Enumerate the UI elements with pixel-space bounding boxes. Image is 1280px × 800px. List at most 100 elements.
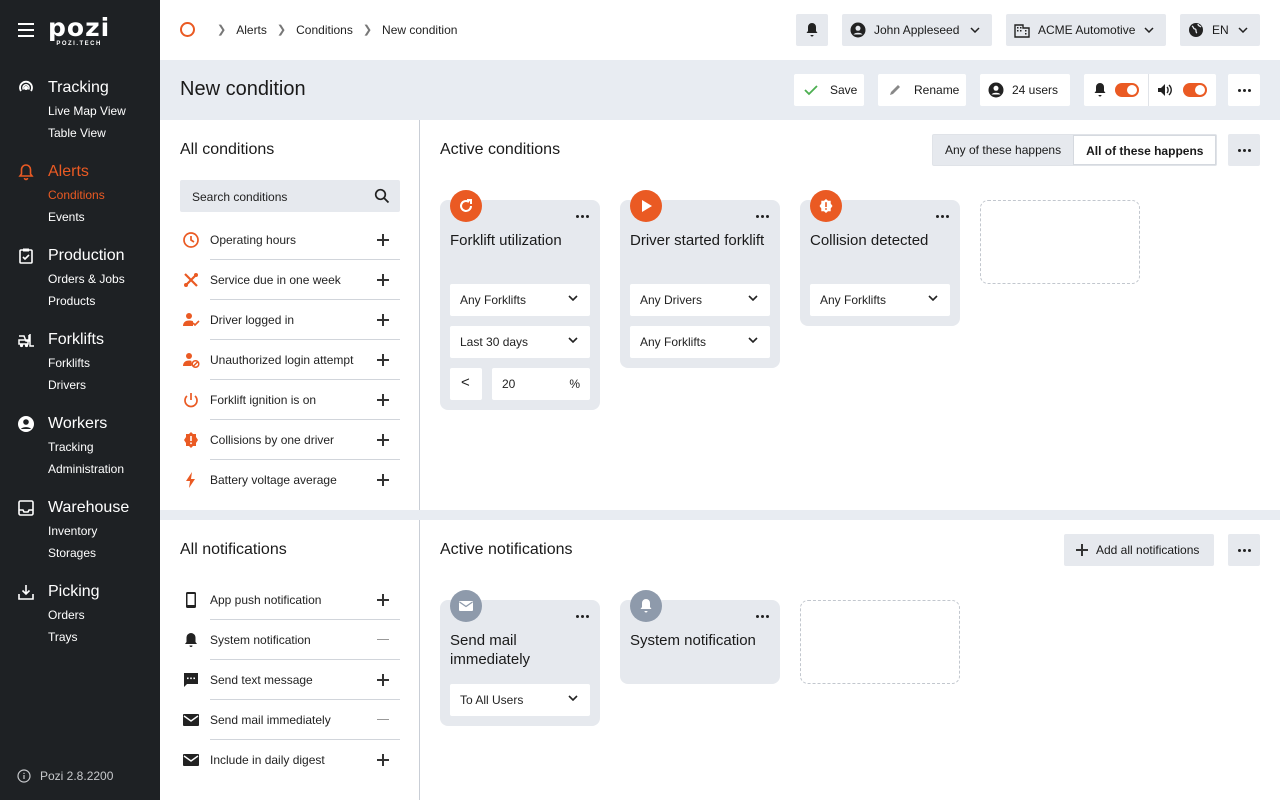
condition-item-unauthorized-login[interactable]: Unauthorized login attempt: [180, 340, 400, 380]
notification-item-daily-digest[interactable]: Include in daily digest: [180, 740, 400, 780]
users-button[interactable]: 24 users: [980, 74, 1070, 106]
nav-item-inventory[interactable]: Inventory: [48, 523, 97, 539]
nav-item-forklifts[interactable]: Forklifts: [48, 355, 90, 371]
breadcrumb-conditions[interactable]: Conditions: [296, 23, 353, 37]
plus-icon[interactable]: [375, 352, 391, 368]
sound-toggle-group[interactable]: [1149, 74, 1215, 106]
plus-icon[interactable]: [375, 272, 391, 288]
nav-section-title[interactable]: Tracking: [48, 78, 109, 98]
header-more-button[interactable]: [1228, 74, 1260, 106]
nav-section-title[interactable]: Production: [48, 246, 125, 266]
plus-icon[interactable]: [375, 432, 391, 448]
mail-icon: [450, 590, 482, 622]
nav-section-title[interactable]: Workers: [48, 414, 107, 434]
threshold-input[interactable]: 20%: [492, 368, 590, 400]
nav-item-table-view[interactable]: Table View: [48, 125, 106, 141]
nav-item-products[interactable]: Products: [48, 293, 95, 309]
plus-icon[interactable]: [375, 232, 391, 248]
notification-drop-zone[interactable]: [800, 600, 960, 684]
condition-item-ignition-on[interactable]: Forklift ignition is on: [180, 380, 400, 420]
notification-item-text-message[interactable]: Send text message: [180, 660, 400, 700]
menu-icon[interactable]: [18, 23, 34, 37]
condition-label: Driver logged in: [210, 313, 295, 327]
plus-icon[interactable]: [375, 592, 391, 608]
card-more-icon[interactable]: [756, 615, 769, 618]
condition-card-collision: Collision detected Any Forklifts: [800, 190, 960, 326]
plus-icon[interactable]: [375, 672, 391, 688]
nav-item-events[interactable]: Events: [48, 209, 85, 225]
condition-item-battery-voltage[interactable]: Battery voltage average: [180, 460, 400, 500]
language-menu[interactable]: EN: [1180, 14, 1260, 46]
company-menu[interactable]: ACME Automotive: [1006, 14, 1166, 46]
add-all-notifications-button[interactable]: Add all notifications: [1064, 534, 1214, 566]
notification-toggle[interactable]: [1115, 83, 1139, 97]
condition-item-operating-hours[interactable]: Operating hours: [180, 220, 400, 260]
notifications-button[interactable]: [796, 14, 828, 46]
nav-item-drivers[interactable]: Drivers: [48, 377, 86, 393]
user-menu[interactable]: John Appleseed: [842, 14, 992, 46]
sound-toggle[interactable]: [1183, 83, 1207, 97]
top-bar: ❯ Alerts ❯ Conditions ❯ New condition Jo…: [160, 0, 1280, 60]
plus-icon[interactable]: [375, 312, 391, 328]
active-conditions-title: Active conditions: [440, 141, 561, 158]
message-icon: [184, 673, 198, 687]
bell-icon: [630, 590, 662, 622]
nav-item-conditions[interactable]: Conditions: [48, 187, 105, 203]
notification-toggle-group[interactable]: [1084, 74, 1149, 106]
logo[interactable]: pozi POZI.TECH: [48, 15, 110, 47]
plus-icon[interactable]: [375, 472, 391, 488]
condition-item-driver-logged-in[interactable]: Driver logged in: [180, 300, 400, 340]
home-icon[interactable]: [180, 22, 195, 37]
mode-any-option[interactable]: Any of these happens: [933, 135, 1073, 165]
user-lock-icon: [183, 353, 200, 369]
condition-item-collisions[interactable]: Collisions by one driver: [180, 420, 400, 460]
users-count: 24 users: [1012, 83, 1059, 97]
period-select[interactable]: Last 30 days: [450, 326, 590, 358]
nav-item-orders-jobs[interactable]: Orders & Jobs: [48, 271, 125, 287]
condition-item-service-due[interactable]: Service due in one week: [180, 260, 400, 300]
notifications-more-button[interactable]: [1228, 534, 1260, 566]
forklift-select[interactable]: Any Forklifts: [810, 284, 950, 316]
minus-icon[interactable]: [375, 632, 391, 648]
driver-icon: [183, 313, 200, 327]
condition-label: Collisions by one driver: [210, 433, 335, 447]
breadcrumb-alerts[interactable]: Alerts: [236, 23, 267, 37]
notification-card-mail: Send mail immediately To All Users: [440, 590, 600, 726]
save-button[interactable]: Save: [794, 74, 864, 106]
nav-item-trays[interactable]: Trays: [48, 629, 78, 645]
search-input[interactable]: Search conditions: [180, 180, 400, 212]
card-more-icon[interactable]: [936, 215, 949, 218]
mode-all-option[interactable]: All of these happens: [1073, 135, 1217, 165]
nav-item-orders[interactable]: Orders: [48, 607, 85, 623]
nav-section-title[interactable]: Warehouse: [48, 498, 129, 518]
operator-select[interactable]: <: [450, 368, 482, 400]
driver-select[interactable]: Any Drivers: [630, 284, 770, 316]
nav-section-title[interactable]: Picking: [48, 582, 100, 602]
recipients-select[interactable]: To All Users: [450, 684, 590, 716]
nav-item-tracking[interactable]: Tracking: [48, 439, 94, 455]
rename-button[interactable]: Rename: [878, 74, 966, 106]
conditions-more-button[interactable]: [1228, 134, 1260, 166]
card-title: Send mail immediately: [450, 632, 531, 668]
condition-drop-zone[interactable]: [980, 200, 1140, 284]
nav-item-live-map-view[interactable]: Live Map View: [48, 103, 126, 119]
nav-section-title[interactable]: Alerts: [48, 162, 89, 182]
threshold-value: 20: [502, 377, 516, 391]
plus-icon[interactable]: [375, 752, 391, 768]
forklift-select[interactable]: Any Forklifts: [450, 284, 590, 316]
pencil-icon: [890, 85, 900, 95]
forklift-select[interactable]: Any Forklifts: [630, 326, 770, 358]
nav-section-title[interactable]: Forklifts: [48, 330, 104, 350]
notification-item-system[interactable]: System notification: [180, 620, 400, 660]
card-title: Forklift utilization: [450, 232, 562, 249]
card-more-icon[interactable]: [576, 215, 589, 218]
card-more-icon[interactable]: [756, 215, 769, 218]
notification-label: Send text message: [210, 673, 313, 687]
card-more-icon[interactable]: [576, 615, 589, 618]
plus-icon[interactable]: [375, 392, 391, 408]
nav-item-administration[interactable]: Administration: [48, 461, 124, 477]
nav-item-storages[interactable]: Storages: [48, 545, 96, 561]
notification-item-mail-immediately[interactable]: Send mail immediately: [180, 700, 400, 740]
notification-item-app-push[interactable]: App push notification: [180, 580, 400, 620]
minus-icon[interactable]: [375, 712, 391, 728]
